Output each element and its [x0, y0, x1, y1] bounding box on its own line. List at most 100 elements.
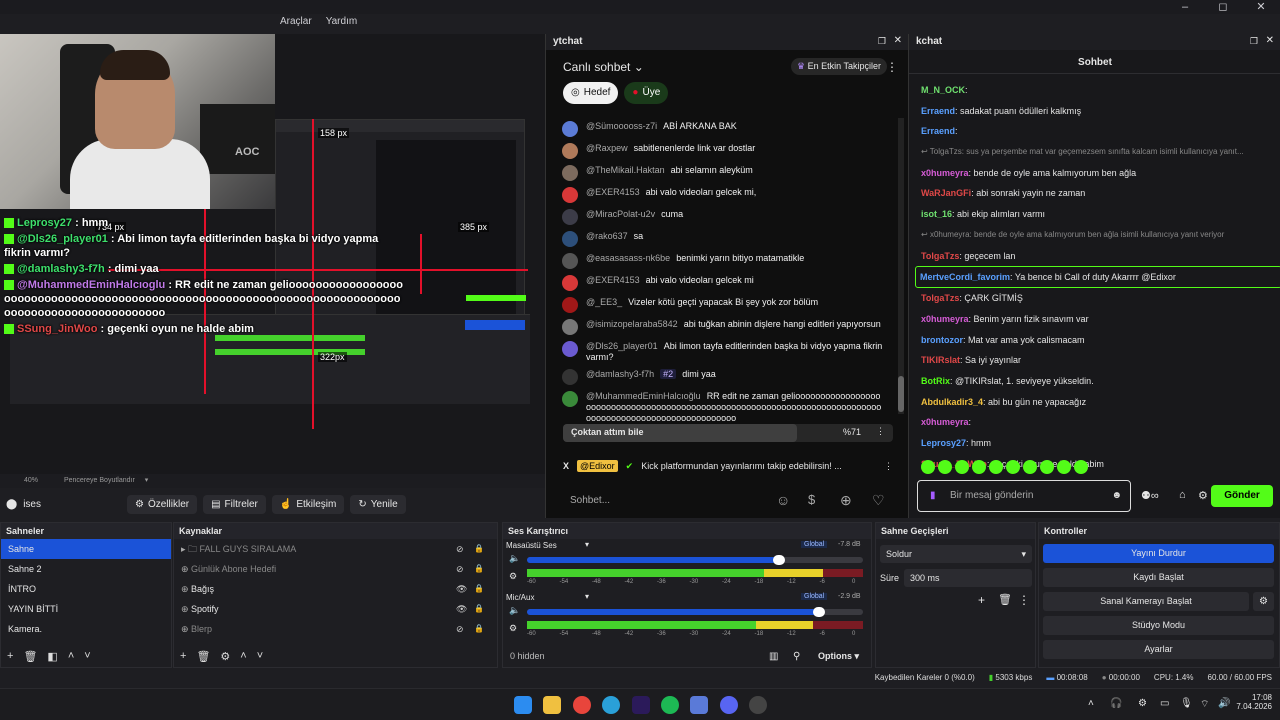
message-author[interactable]: M_N_OCK	[921, 85, 965, 95]
fit-window-label[interactable]: Pencereye Boyutlandır	[64, 477, 135, 484]
emote-icon[interactable]	[955, 460, 969, 474]
float-icon[interactable]: ❐	[878, 36, 886, 47]
chat-message[interactable]: @rako637 sa	[556, 228, 891, 250]
message-author[interactable]: @isimizopelaraba5842	[586, 319, 678, 329]
message-author[interactable]: @MiracPolat-u2v	[586, 209, 655, 219]
zoom-value[interactable]: 40%	[24, 477, 38, 484]
more-options-icon[interactable]: ⋮	[876, 426, 885, 437]
chevron-down-icon[interactable]: ▾	[585, 540, 589, 549]
source-item[interactable]: ⊕ Blerp ⊘ 🔒	[174, 619, 497, 639]
filter-member-chip[interactable]: ● Üye	[624, 82, 669, 104]
emote-icon[interactable]	[1074, 460, 1088, 474]
settings-button[interactable]: Ayarlar	[1043, 640, 1274, 659]
chat-message[interactable]: TolgaTzs: ÇARK GİTMİŞ	[921, 288, 1276, 309]
chat-message[interactable]: @damlashy3-f7h #2 dimi yaa	[556, 366, 891, 388]
emoji-icon[interactable]: ☺	[776, 492, 790, 508]
start-recording-button[interactable]: Kaydı Başlat	[1043, 568, 1274, 587]
chat-message[interactable]: M_N_OCK:	[921, 80, 1276, 101]
source-item[interactable]: ⊕ Bağış 👁 🔒	[174, 579, 497, 599]
message-author[interactable]: isot_16	[921, 209, 952, 219]
chevron-up-icon[interactable]: ˄	[68, 650, 74, 663]
filter-target-chip[interactable]: ◎ Hedef	[563, 82, 619, 104]
maximize-button[interactable]: ◻	[1204, 0, 1242, 14]
chat-message[interactable]: WaRJanGFi: abi sonraki yayin ne zaman	[921, 183, 1276, 204]
chat-message[interactable]: Erraend: sadakat puanı ödülleri kalkmış	[921, 101, 1276, 122]
emote-icon[interactable]	[1057, 460, 1071, 474]
chat-message[interactable]: @EXER4153 abi valo videoları gelcek mi	[556, 272, 891, 294]
lock-icon[interactable]: 🔒	[474, 539, 484, 559]
message-author[interactable]: TolgaTzs	[921, 251, 959, 261]
duration-input[interactable]: 300 ms	[904, 569, 1032, 587]
chat-message[interactable]: Abdulkadir3_4: abi bu gün ne yapacağız	[921, 392, 1276, 413]
chat-message[interactable]: @MuhammedEminHalcıoğlu RR edit ne zaman g…	[556, 388, 891, 427]
lock-icon[interactable]: 🔒	[474, 559, 484, 579]
message-author[interactable]: @TheMikail.Haktan	[586, 165, 665, 175]
chat-mode-select[interactable]: Canlı sohbet ⌄	[563, 60, 644, 74]
lock-icon[interactable]: 🔒	[474, 579, 484, 599]
message-author[interactable]: @Raxpew	[586, 143, 628, 153]
start-virtual-camera-button[interactable]: Sanal Kamerayı Başlat	[1043, 592, 1249, 611]
chat-message[interactable]: x0humeyra: Benim yarın fizik sınavım var	[921, 309, 1276, 330]
speaker-icon[interactable]: 🔈	[509, 605, 520, 616]
add-icon[interactable]: +	[180, 650, 186, 663]
chat-message[interactable]: @Raxpew sabitlenenlerde link var dostlar	[556, 140, 891, 162]
obs-icon[interactable]	[749, 696, 767, 714]
add-icon[interactable]: +	[978, 593, 985, 607]
lock-icon[interactable]: 🔒	[474, 599, 484, 619]
scene-item[interactable]: Kamera.	[1, 619, 171, 639]
super-chat-icon[interactable]: $	[808, 492, 815, 507]
message-author[interactable]: x0humeyra	[921, 168, 969, 178]
more-options-icon[interactable]: ⋮	[1018, 593, 1030, 607]
chat-message[interactable]: brontozor: Mat var ama yok calismacam	[921, 330, 1276, 351]
message-author[interactable]: BotRix	[921, 376, 950, 386]
network-icon[interactable]: ▭	[1160, 698, 1169, 709]
chat-message[interactable]: BotRix: @TIKIRslat, 1. seviyeye yükseldi…	[921, 371, 1276, 392]
gear-icon[interactable]: ⚙	[220, 650, 230, 663]
discord-icon[interactable]	[720, 696, 738, 714]
emote-icon[interactable]	[921, 460, 935, 474]
close-icon[interactable]: ✕	[894, 35, 902, 46]
message-author[interactable]: x0humeyra	[921, 417, 969, 427]
chat-message[interactable]: @easasasass-nk6be benimki yarın bitiyo ma…	[556, 250, 891, 272]
visibility-icon[interactable]: 👁	[456, 579, 467, 599]
chevron-up-icon[interactable]: ˄	[240, 650, 246, 663]
source-item[interactable]: ▸ 🗀 FALL GUYS SIRALAMA ⊘ 🔒	[174, 539, 497, 559]
audio-settings-icon[interactable]: ⚙	[509, 623, 517, 634]
chevron-down-icon[interactable]: ▾	[585, 592, 589, 601]
preview-canvas[interactable]: 158 px 734 px 385 px 322px AOC Leprosy27…	[0, 34, 545, 474]
wifi-icon[interactable]: ⌔	[1200, 698, 1209, 711]
source-item[interactable]: ⊕ Günlük Abone Hedefi ⊘ 🔒	[174, 559, 497, 579]
scrollbar[interactable]	[898, 118, 904, 414]
message-author[interactable]: @Sümooooss-z7i	[586, 121, 657, 131]
visibility-icon[interactable]: ⊘	[456, 619, 464, 639]
chevron-down-icon[interactable]: ˅	[257, 650, 263, 663]
scene-item[interactable]: İNTRO	[1, 579, 171, 599]
options-button[interactable]: Options ▾	[818, 651, 859, 662]
poll-bar[interactable]: Çoktan attım bile %71 ⋮	[563, 424, 893, 442]
message-author[interactable]: x0humeyra	[921, 314, 969, 324]
chat-message[interactable]: @Dls26_player01 Abi limon tayfa editlerin…	[556, 338, 891, 366]
volume-slider[interactable]	[527, 607, 863, 617]
edge-icon[interactable]	[602, 696, 620, 714]
scene-item[interactable]: YAYIN BİTTİ	[1, 599, 171, 619]
close-icon[interactable]: ✕	[1266, 35, 1274, 46]
trash-icon[interactable]: 🗑	[23, 650, 37, 663]
speaker-icon[interactable]: 🔈	[509, 553, 520, 564]
more-options-icon[interactable]: ⋮	[886, 60, 898, 74]
mic-icon[interactable]: 🎙	[1180, 698, 1193, 709]
message-author[interactable]: @Dls26_player01	[586, 341, 658, 351]
interact-button[interactable]: ☝ Etkileşim	[271, 494, 345, 514]
message-author[interactable]: @_EE3_	[586, 297, 622, 307]
send-button[interactable]: Gönder	[1211, 485, 1273, 507]
chat-message[interactable]: TIKIRslat: Sa iyi yayınlar	[921, 350, 1276, 371]
infinity-icon[interactable]: ⚉∞	[1141, 489, 1159, 502]
chat-message[interactable]: @_EE3_ Vizeler kötü geçti yapacak Bi şey …	[556, 294, 891, 316]
top-supporters-chip[interactable]: ♛ En Etkin Takipçiler	[791, 58, 887, 75]
emote-icon[interactable]	[972, 460, 986, 474]
chat-message[interactable]: Erraend:	[921, 121, 1276, 142]
trash-icon[interactable]: 🗑	[998, 593, 1012, 606]
message-author[interactable]: @MuhammedEminHalcıoğlu	[586, 391, 701, 401]
add-icon[interactable]: +	[7, 650, 13, 663]
refresh-button[interactable]: ↻ Yenile	[350, 494, 406, 514]
chevron-down-icon[interactable]: ˅	[84, 650, 90, 663]
